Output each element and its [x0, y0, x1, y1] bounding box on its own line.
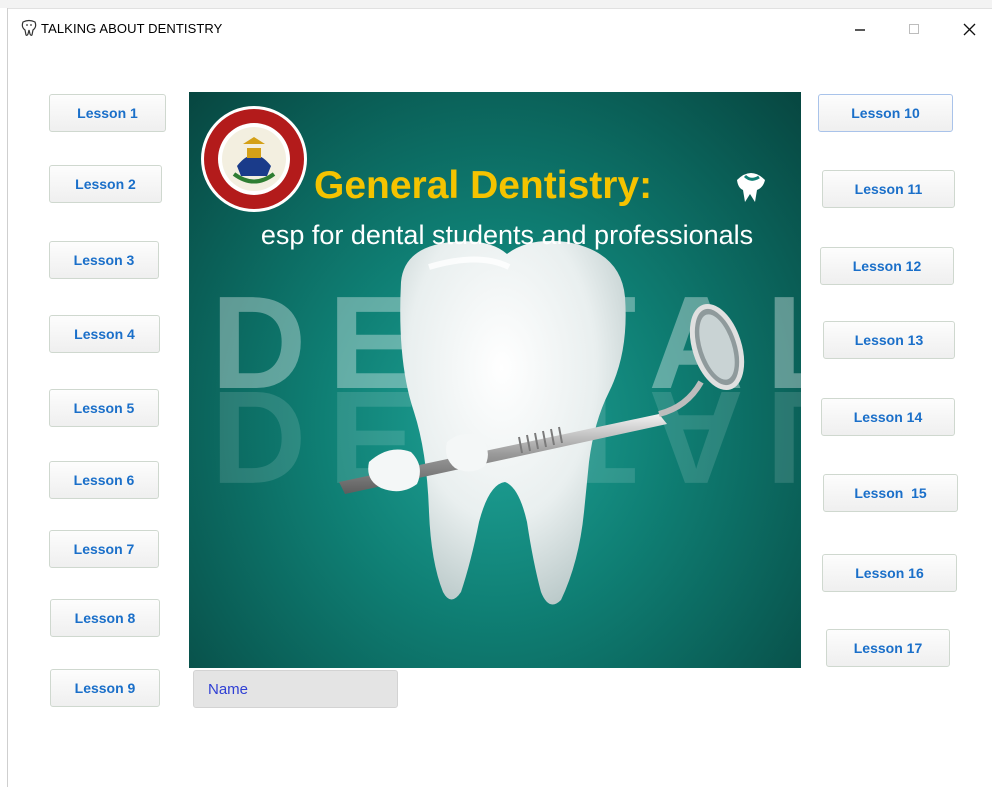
window-titlebar[interactable]: TALKING ABOUT DENTISTRY — [9, 9, 992, 49]
lesson-1-button[interactable]: Lesson 1 — [49, 94, 166, 132]
lesson-16-button[interactable]: Lesson 16 — [822, 554, 957, 592]
poster-title: General Dentistry: — [314, 164, 653, 207]
lesson-2-button[interactable]: Lesson 2 — [49, 165, 162, 203]
lesson-6-button[interactable]: Lesson 6 — [49, 461, 159, 499]
lesson-5-button[interactable]: Lesson 5 — [49, 389, 159, 427]
lesson-4-button[interactable]: Lesson 4 — [49, 315, 160, 353]
close-icon — [963, 23, 975, 35]
background-window-strip — [0, 0, 992, 9]
lesson-12-button[interactable]: Lesson 12 — [820, 247, 954, 285]
course-poster-image: DENTAL DENTAL — [189, 92, 801, 668]
lesson-10-button[interactable]: Lesson 10 — [818, 94, 953, 132]
close-button[interactable] — [946, 9, 992, 49]
window-left-edge — [0, 8, 8, 787]
tooth-outline-icon — [21, 19, 37, 36]
maximize-icon — [909, 24, 919, 34]
lesson-11-button[interactable]: Lesson 11 — [822, 170, 955, 208]
lesson-17-button[interactable]: Lesson 17 — [826, 629, 950, 667]
lesson-14-button[interactable]: Lesson 14 — [821, 398, 955, 436]
lesson-15-button[interactable]: Lesson 15 — [823, 474, 958, 512]
tooth-logo-icon — [737, 173, 765, 202]
minimize-button[interactable] — [837, 9, 883, 49]
name-field[interactable]: Name — [193, 670, 398, 708]
lesson-3-button[interactable]: Lesson 3 — [49, 241, 159, 279]
poster-subtitle: esp for dental students and professional… — [260, 220, 754, 250]
lesson-7-button[interactable]: Lesson 7 — [49, 530, 159, 568]
minimize-icon — [855, 29, 865, 31]
maximize-button[interactable] — [891, 9, 937, 49]
lesson-13-button[interactable]: Lesson 13 — [823, 321, 955, 359]
window-title: TALKING ABOUT DENTISTRY — [41, 21, 223, 36]
lesson-8-button[interactable]: Lesson 8 — [50, 599, 160, 637]
lesson-9-button[interactable]: Lesson 9 — [50, 669, 160, 707]
university-seal-logo — [201, 106, 307, 212]
